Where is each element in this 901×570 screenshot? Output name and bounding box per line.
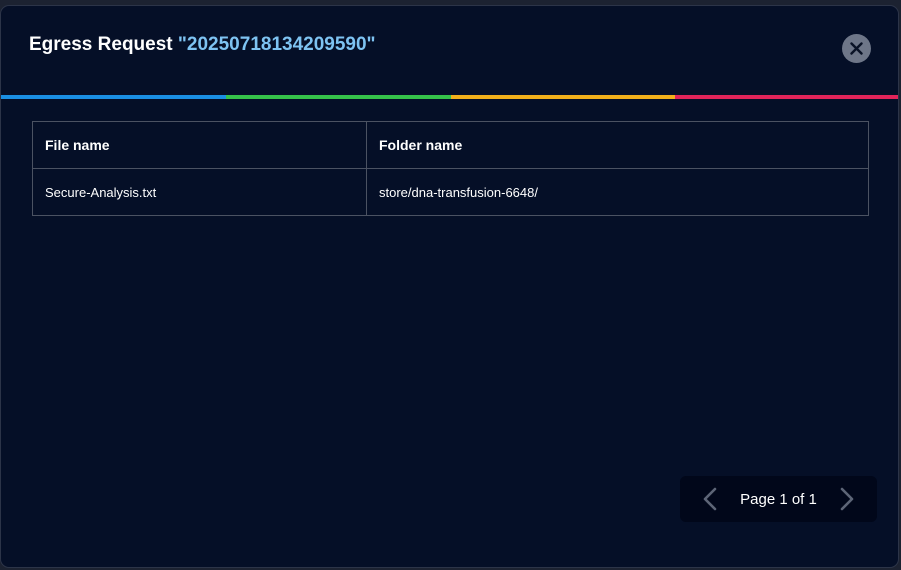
pagination: Page 1 of 1 [680,476,877,522]
dialog-title: Egress Request "20250718134209590" [29,34,376,56]
files-table: File name Folder name Secure-Analysis.tx… [32,121,869,216]
column-header-folder-name: Folder name [366,121,869,169]
page-indicator: Page 1 of 1 [740,490,817,508]
chevron-left-icon [703,487,717,511]
accent-divider [1,95,898,99]
egress-request-dialog: Egress Request "20250718134209590" File … [0,5,899,568]
next-page-button[interactable] [837,485,857,513]
dialog-title-prefix: Egress Request [29,34,173,55]
accent-segment-yellow [450,95,676,99]
file-name-cell: Secure-Analysis.txt [32,168,367,216]
accent-segment-blue [1,95,226,99]
close-button[interactable] [842,34,871,63]
folder-name-cell: store/dna-transfusion-6648/ [366,168,869,216]
column-header-file-name: File name [32,121,367,169]
table-row: Secure-Analysis.txt store/dna-transfusio… [32,168,869,216]
table-header-row: File name Folder name [32,121,869,169]
accent-segment-red [675,95,898,99]
accent-segment-green [225,95,451,99]
chevron-right-icon [840,487,854,511]
previous-page-button[interactable] [700,485,720,513]
close-icon [850,42,863,55]
request-id: "20250718134209590" [177,34,376,55]
